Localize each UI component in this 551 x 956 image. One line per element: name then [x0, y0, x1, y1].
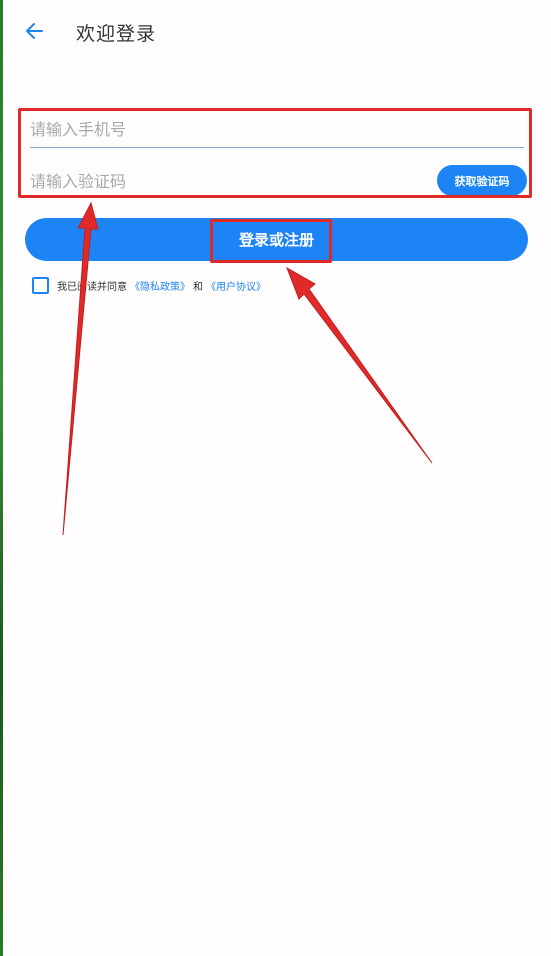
agreement-and: 和 [193, 281, 203, 293]
left-edge-strip [0, 0, 3, 956]
verification-code-input[interactable] [30, 172, 430, 191]
login-register-button[interactable]: 登录或注册 [25, 218, 528, 261]
privacy-policy-link[interactable]: 《隐私政策》 [130, 278, 190, 293]
code-field [30, 172, 430, 196]
agreement-row: 我已阅读并同意 《隐私政策》 和 《用户协议》 [32, 276, 266, 294]
get-code-button[interactable]: 获取验证码 [437, 165, 527, 196]
agree-checkbox[interactable] [32, 276, 49, 294]
agreement-text: 我已阅读并同意 [57, 281, 127, 293]
phone-input[interactable] [30, 120, 524, 139]
page-title: 欢迎登录 [76, 23, 157, 45]
back-button[interactable] [22, 18, 48, 44]
user-agreement-link[interactable]: 《用户协议》 [206, 278, 266, 293]
phone-underline [30, 147, 524, 148]
annotation-arrow-login [286, 266, 433, 464]
app-header: 欢迎登录 [0, 0, 551, 64]
code-underline [30, 196, 434, 197]
phone-field [30, 120, 524, 148]
login-button-label: 登录或注册 [238, 231, 314, 249]
arrow-left-icon [26, 23, 43, 39]
